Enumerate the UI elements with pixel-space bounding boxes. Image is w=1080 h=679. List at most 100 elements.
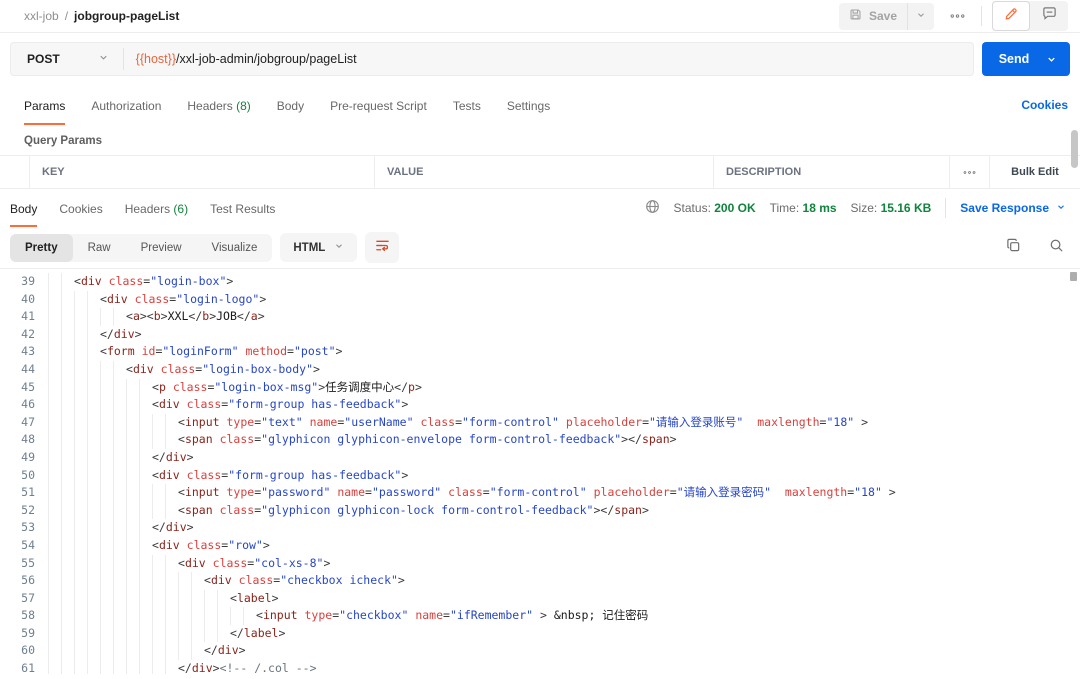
- save-button-label: Save: [869, 9, 897, 23]
- code-line-54: 54<div class="row">: [0, 537, 1080, 555]
- code-line-40: 40<div class="login-logo">: [0, 291, 1080, 309]
- response-meta: Status: 200 OK Time: 18 ms Size: 15.16 K…: [645, 198, 1066, 218]
- line-number: 58: [0, 607, 48, 625]
- tab-params[interactable]: Params: [24, 86, 65, 125]
- comments-button[interactable]: [1030, 1, 1068, 31]
- code-line-41: 41<a><b>XXL</b>JOB</a>: [0, 308, 1080, 326]
- time-badge[interactable]: Time: 18 ms: [770, 201, 837, 215]
- view-raw[interactable]: Raw: [73, 234, 126, 262]
- column-header-value: VALUE: [375, 156, 714, 188]
- size-badge[interactable]: Size: 15.16 KB: [851, 201, 932, 215]
- params-table-header: KEY VALUE DESCRIPTION Bulk Edit: [0, 155, 1080, 189]
- tab-headers[interactable]: Headers (6): [125, 190, 188, 227]
- params-scrollbar[interactable]: [1071, 130, 1078, 168]
- status-badge[interactable]: Status: 200 OK: [674, 201, 756, 215]
- params-more-options-button[interactable]: [950, 156, 990, 188]
- line-number: 42: [0, 326, 48, 344]
- line-number: 52: [0, 502, 48, 520]
- save-options-button[interactable]: [907, 3, 934, 30]
- line-number: 45: [0, 379, 48, 397]
- tab-tests[interactable]: Tests: [453, 86, 481, 125]
- tab-test-results[interactable]: Test Results: [210, 190, 275, 227]
- save-response-button[interactable]: Save Response: [960, 201, 1066, 215]
- line-number: 56: [0, 572, 48, 590]
- wrap-lines-icon: [375, 238, 390, 258]
- code-line-45: 45<p class="login-box-msg">任务调度中心</p>: [0, 379, 1080, 397]
- cookies-link[interactable]: Cookies: [1021, 98, 1068, 112]
- breadcrumb-request-name[interactable]: jobgroup-pageList: [74, 9, 179, 23]
- code-line-60: 60</div>: [0, 642, 1080, 660]
- view-preview[interactable]: Preview: [126, 234, 197, 262]
- breadcrumb-separator: /: [65, 9, 68, 23]
- response-body-code[interactable]: 39<div class="login-box">40<div class="l…: [0, 269, 1080, 674]
- row-checkbox-column[interactable]: [0, 156, 30, 188]
- code-line-47: 47<input type="text" name="userName" cla…: [0, 414, 1080, 432]
- search-icon[interactable]: [1049, 238, 1064, 258]
- tab-body[interactable]: Body: [10, 190, 37, 227]
- line-number: 53: [0, 519, 48, 537]
- request-tabs-list: Params Authorization Headers (8) Body Pre-re…: [24, 86, 576, 125]
- bulk-edit-button[interactable]: Bulk Edit: [990, 156, 1080, 188]
- line-number: 54: [0, 537, 48, 555]
- tab-settings[interactable]: Settings: [507, 86, 550, 125]
- wrap-lines-button[interactable]: [365, 232, 399, 263]
- header-actions: Save: [839, 1, 1068, 31]
- comment-icon: [1042, 6, 1057, 26]
- view-visualize[interactable]: Visualize: [197, 234, 273, 262]
- code-line-44: 44<div class="login-box-body">: [0, 361, 1080, 379]
- code-line-55: 55<div class="col-xs-8">: [0, 555, 1080, 573]
- tab-body[interactable]: Body: [277, 86, 304, 125]
- pencil-icon: [1004, 7, 1018, 26]
- line-number: 57: [0, 590, 48, 608]
- code-line-56: 56<div class="checkbox icheck">: [0, 572, 1080, 590]
- query-params-title: Query Params: [0, 125, 1080, 155]
- code-line-43: 43<form id="loginForm" method="post">: [0, 343, 1080, 361]
- code-line-42: 42</div>: [0, 326, 1080, 344]
- code-line-48: 48<span class="glyphicon glyphicon-envel…: [0, 431, 1080, 449]
- tab-pre-request-script[interactable]: Pre-request Script: [330, 86, 427, 125]
- code-line-53: 53</div>: [0, 519, 1080, 537]
- code-line-61: 61</div><!-- /.col -->: [0, 660, 1080, 674]
- response-format-select[interactable]: HTML: [280, 233, 357, 262]
- request-tabs: Params Authorization Headers (8) Body Pre-re…: [0, 85, 1080, 125]
- method-select[interactable]: POST: [11, 43, 123, 75]
- copy-icon[interactable]: [1006, 238, 1021, 258]
- send-button[interactable]: Send: [982, 52, 1046, 66]
- edit-documentation-button[interactable]: [992, 1, 1030, 31]
- tab-headers[interactable]: Headers (8): [187, 86, 250, 125]
- code-line-52: 52<span class="glyphicon glyphicon-lock …: [0, 502, 1080, 520]
- url-container: POST {{host}}/xxl-job-admin/jobgroup/pag…: [10, 42, 974, 76]
- column-header-description: DESCRIPTION: [714, 156, 950, 188]
- line-number: 51: [0, 484, 48, 502]
- line-number: 61: [0, 660, 48, 674]
- url-variable: {{host}}: [136, 52, 176, 66]
- save-icon: [849, 8, 862, 24]
- line-number: 43: [0, 343, 48, 361]
- line-number: 50: [0, 467, 48, 485]
- more-options-button[interactable]: [944, 12, 971, 20]
- breadcrumb-collection[interactable]: xxl-job: [24, 9, 59, 23]
- send-options-button[interactable]: [1046, 54, 1070, 65]
- code-line-59: 59</label>: [0, 625, 1080, 643]
- send-split-button: Send: [982, 42, 1070, 76]
- code-scrollbar[interactable]: [1070, 272, 1077, 281]
- format-label: HTML: [293, 242, 325, 254]
- url-input[interactable]: {{host}}/xxl-job-admin/jobgroup/pageList: [124, 43, 369, 75]
- network-globe-icon[interactable]: [645, 199, 660, 217]
- code-line-51: 51<input type="password" name="password"…: [0, 484, 1080, 502]
- response-view-switcher: PrettyRawPreviewVisualize: [10, 234, 272, 262]
- line-number: 40: [0, 291, 48, 309]
- save-button[interactable]: Save: [839, 3, 907, 30]
- tab-cookies[interactable]: Cookies: [59, 190, 102, 227]
- tab-authorization[interactable]: Authorization: [91, 86, 161, 125]
- view-pretty[interactable]: Pretty: [10, 234, 73, 262]
- code-line-49: 49</div>: [0, 449, 1080, 467]
- line-number: 59: [0, 625, 48, 643]
- chevron-down-icon: [916, 7, 926, 25]
- chevron-down-icon: [98, 52, 109, 66]
- column-header-key: KEY: [30, 156, 375, 188]
- code-line-46: 46<div class="form-group has-feedback">: [0, 396, 1080, 414]
- sidebar-toggle-group: [992, 1, 1068, 31]
- method-label: POST: [27, 52, 60, 66]
- api-client-window: xxl-job / jobgroup-pageList Save: [0, 0, 1080, 679]
